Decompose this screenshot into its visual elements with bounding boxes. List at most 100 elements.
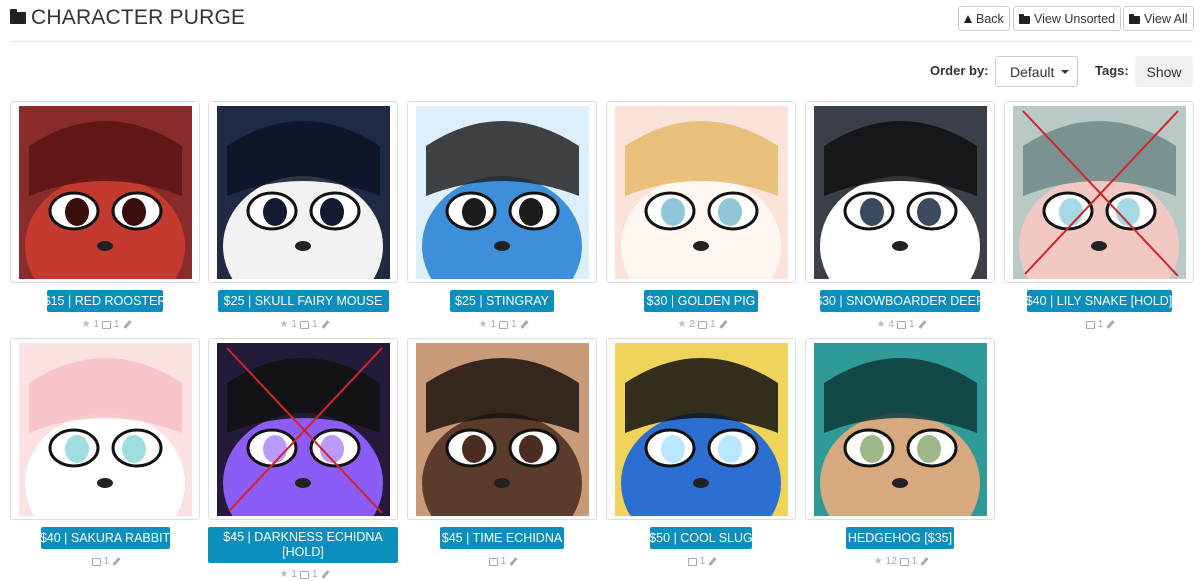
character-card[interactable] xyxy=(805,101,995,283)
character-thumbnail[interactable] xyxy=(19,106,192,279)
comment-box-icon xyxy=(1085,320,1095,329)
pencil-icon xyxy=(1106,320,1115,329)
character-label-button[interactable]: HEDGEHOG [$35] xyxy=(846,527,954,549)
comment-count: 1 xyxy=(908,319,915,330)
comment-count: 1 xyxy=(699,556,706,567)
pencil-icon xyxy=(918,320,927,329)
comment-box-icon xyxy=(488,557,498,566)
character-label-button[interactable]: $30 | SNOWBOARDER DEER xyxy=(815,290,985,312)
caret-down-icon xyxy=(1061,69,1070,74)
character-label-button[interactable]: $40 | SAKURA RABBIT xyxy=(40,527,170,549)
comment-box-icon xyxy=(498,320,508,329)
comment-count: 1 xyxy=(311,569,318,580)
star-count: 4 xyxy=(888,319,894,330)
star-count: 12 xyxy=(885,556,897,567)
comment-box-icon xyxy=(299,320,309,329)
character-thumbnail[interactable] xyxy=(814,343,987,516)
character-card[interactable] xyxy=(208,101,398,283)
character-stats: ★ 1 1 xyxy=(279,569,330,580)
comment-count: 1 xyxy=(911,556,918,567)
character-thumbnail[interactable] xyxy=(416,343,589,516)
character-stats: ★ 1 1 xyxy=(478,319,529,330)
show-tags-button[interactable]: Show xyxy=(1135,56,1193,87)
star-count: 1 xyxy=(93,319,99,330)
pencil-icon xyxy=(509,557,518,566)
character-card[interactable] xyxy=(805,338,995,520)
comment-box-icon xyxy=(899,557,909,566)
star-count: 1 xyxy=(291,319,297,330)
comment-count: 1 xyxy=(311,319,318,330)
character-label-button[interactable]: $45 | DARKNESS ECHIDNA [HOLD] xyxy=(208,527,398,563)
character-card[interactable] xyxy=(407,101,597,283)
character-card[interactable] xyxy=(407,338,597,520)
view-unsorted-label: View Unsorted xyxy=(1034,11,1116,26)
order-by-dropdown[interactable]: Default xyxy=(995,56,1078,87)
view-all-label: View All xyxy=(1144,11,1188,26)
comment-box-icon xyxy=(299,570,309,579)
character-card[interactable] xyxy=(208,338,398,520)
character-card[interactable] xyxy=(10,338,200,520)
pencil-icon xyxy=(321,320,330,329)
comment-count: 1 xyxy=(103,556,110,567)
character-label-button[interactable]: $40 | LILY SNAKE [HOLD] xyxy=(1026,290,1172,312)
character-label-button[interactable]: $50 | COOL SLUG xyxy=(649,527,753,549)
star-icon: ★ xyxy=(81,319,91,330)
character-stats: 1 xyxy=(91,556,121,567)
star-count: 1 xyxy=(291,569,297,580)
tags-label: Tags: xyxy=(1095,63,1129,78)
folder-icon xyxy=(1019,13,1030,24)
character-stats: ★ 12 1 xyxy=(873,556,929,567)
character-label-button[interactable]: $45 | TIME ECHIDNA xyxy=(440,527,564,549)
view-all-button[interactable]: View All xyxy=(1123,6,1194,31)
pencil-icon xyxy=(920,557,929,566)
folder-icon xyxy=(10,9,26,24)
back-button-label: Back xyxy=(976,11,1004,26)
star-icon: ★ xyxy=(873,556,883,567)
view-unsorted-button[interactable]: View Unsorted xyxy=(1013,6,1122,31)
pencil-icon xyxy=(719,320,728,329)
character-stats: ★ 4 1 xyxy=(876,319,927,330)
page-header: CHARACTER PURGE Back View Unsorted View … xyxy=(10,0,1194,42)
character-stats: 1 xyxy=(1085,319,1115,330)
character-thumbnail[interactable] xyxy=(217,106,390,279)
star-icon: ★ xyxy=(876,319,886,330)
character-thumbnail[interactable] xyxy=(416,106,589,279)
comment-count: 1 xyxy=(113,319,120,330)
character-stats: ★ 1 1 xyxy=(279,319,330,330)
comment-box-icon xyxy=(101,320,111,329)
character-card[interactable] xyxy=(10,101,200,283)
character-thumbnail[interactable] xyxy=(615,106,788,279)
character-label-button[interactable]: $30 | GOLDEN PIG xyxy=(644,290,758,312)
page-title-text: CHARACTER PURGE xyxy=(31,6,246,29)
comment-box-icon xyxy=(91,557,101,566)
comment-box-icon xyxy=(896,320,906,329)
character-label-button[interactable]: $25 | SKULL FAIRY MOUSE xyxy=(217,290,389,312)
order-by-label: Order by: xyxy=(930,63,989,78)
page-title: CHARACTER PURGE xyxy=(10,6,245,30)
comment-count: 1 xyxy=(709,319,716,330)
pencil-icon xyxy=(520,320,529,329)
folder-icon xyxy=(1129,13,1140,24)
star-icon: ★ xyxy=(478,319,488,330)
character-stats: ★ 1 1 xyxy=(81,319,132,330)
comment-count: 1 xyxy=(510,319,517,330)
character-stats: 1 xyxy=(488,556,518,567)
star-count: 1 xyxy=(490,319,496,330)
character-card[interactable] xyxy=(1004,101,1194,283)
comment-box-icon xyxy=(697,320,707,329)
character-thumbnail[interactable] xyxy=(814,106,987,279)
star-icon: ★ xyxy=(677,319,687,330)
character-card[interactable] xyxy=(606,338,796,520)
character-card[interactable] xyxy=(606,101,796,283)
character-thumbnail[interactable] xyxy=(1013,106,1186,279)
order-by-value: Default xyxy=(1010,63,1055,80)
pencil-icon xyxy=(112,557,121,566)
character-thumbnail[interactable] xyxy=(19,343,192,516)
back-button[interactable]: Back xyxy=(958,6,1010,31)
character-thumbnail[interactable] xyxy=(615,343,788,516)
star-count: 2 xyxy=(689,319,695,330)
character-label-button[interactable]: $25 | STINGRAY xyxy=(450,290,554,312)
character-label-button[interactable]: $15 | RED ROOSTER xyxy=(44,290,166,312)
comment-box-icon xyxy=(687,557,697,566)
character-thumbnail[interactable] xyxy=(217,343,390,516)
